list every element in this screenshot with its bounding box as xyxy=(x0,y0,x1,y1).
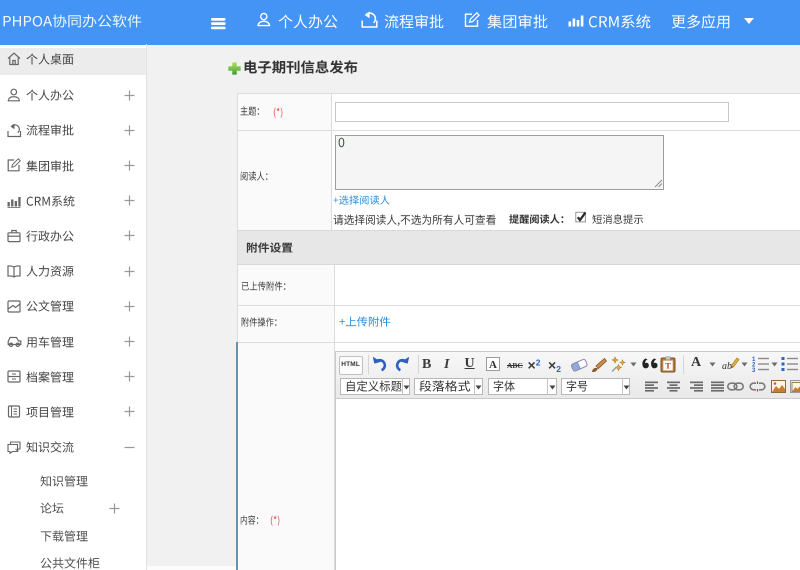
svg-text:A: A xyxy=(489,359,497,371)
svg-text:ab: ab xyxy=(722,361,732,372)
svg-text:T: T xyxy=(665,360,671,370)
svg-text:3: 3 xyxy=(752,368,756,372)
